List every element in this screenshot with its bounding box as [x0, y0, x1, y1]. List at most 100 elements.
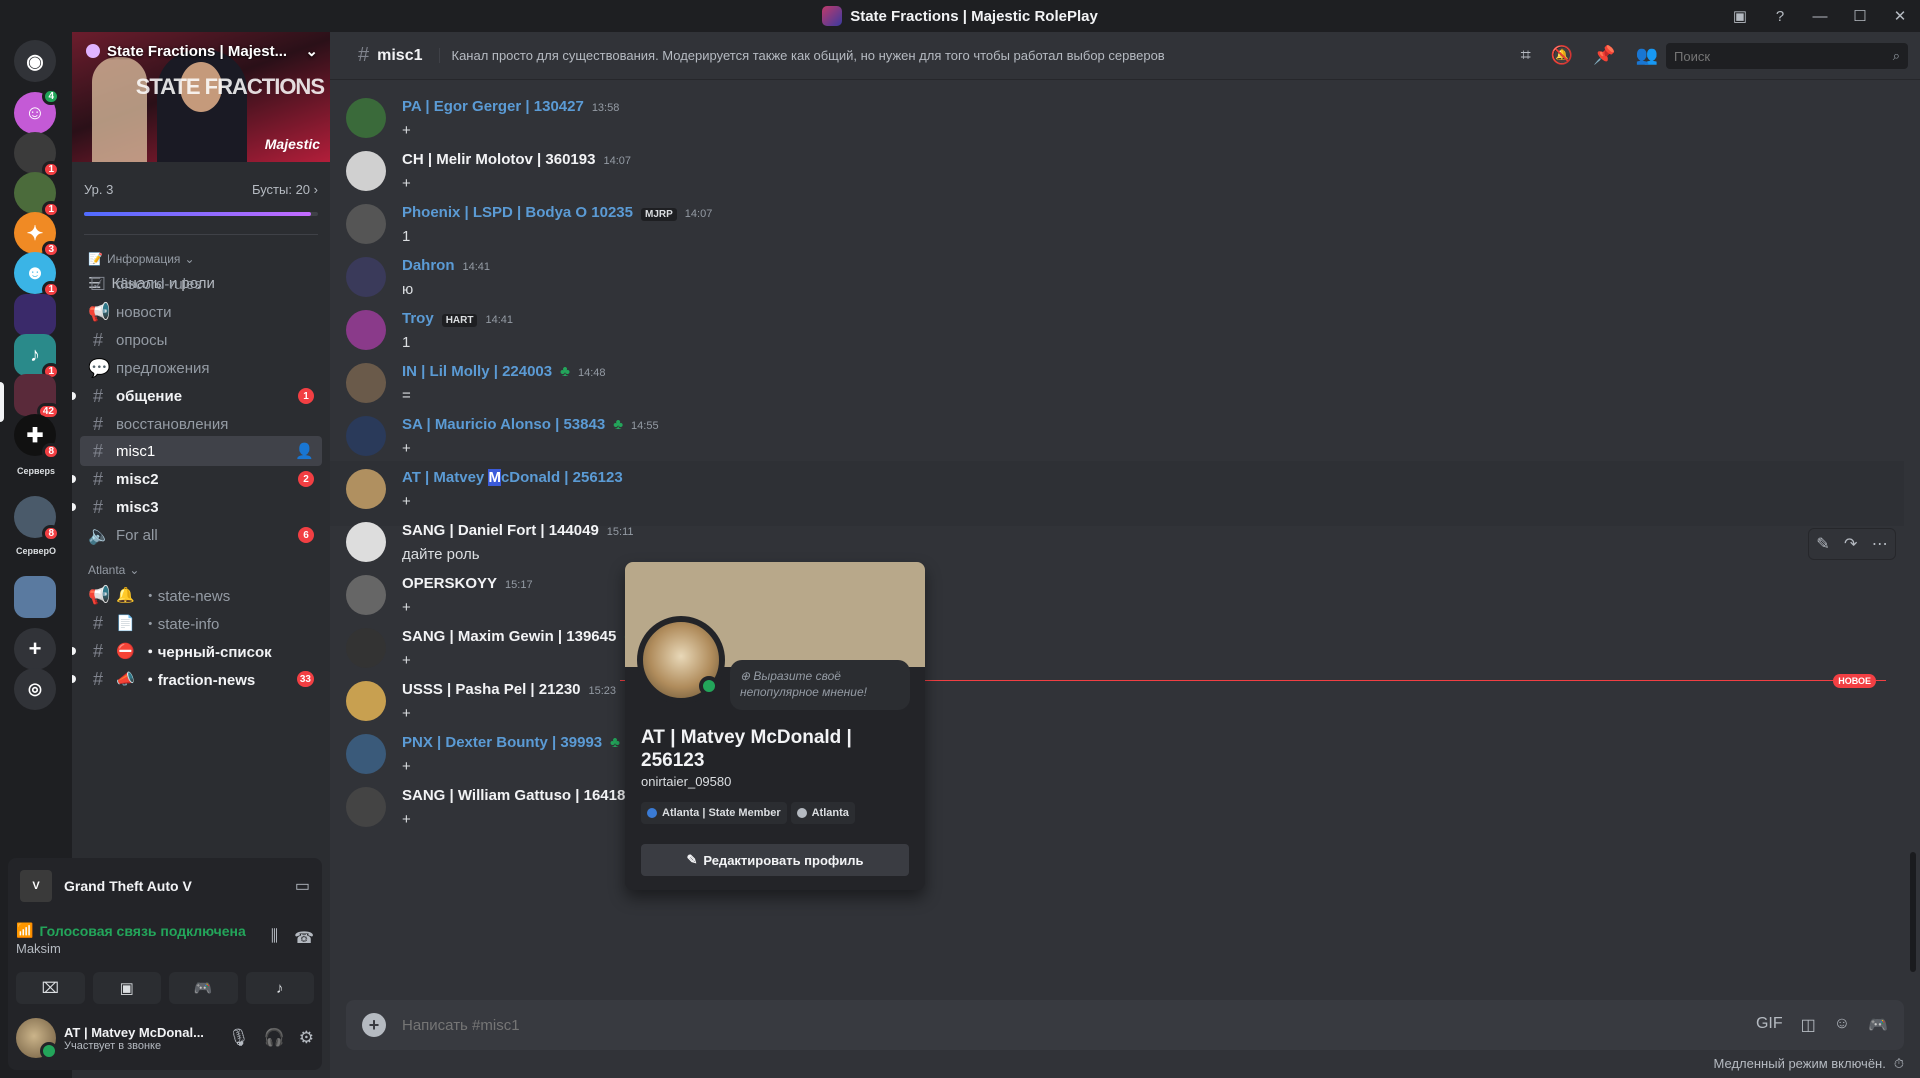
avatar[interactable]: [346, 98, 386, 138]
scrollbar[interactable]: [1910, 852, 1916, 972]
minimize-button[interactable]: —: [1800, 8, 1840, 25]
discord-home-icon[interactable]: ◉: [14, 40, 56, 82]
channel-restore[interactable]: # восстановления: [80, 409, 322, 439]
custom-status-bubble[interactable]: ⊕ Выразите своё непопулярное мнение!: [730, 660, 910, 710]
search-box[interactable]: ⌕: [1666, 43, 1908, 69]
avatar[interactable]: [346, 575, 386, 615]
gif-icon[interactable]: GIF: [1756, 1015, 1783, 1035]
inbox-icon[interactable]: ▣: [1720, 7, 1760, 25]
channel-state-news[interactable]: 📢 🔔 ・state-news: [80, 580, 322, 610]
add-member-icon[interactable]: 👤: [295, 442, 314, 460]
sticker-icon[interactable]: ◫: [1801, 1015, 1816, 1035]
message-author[interactable]: AT | Matvey McDonald | 256123: [402, 469, 623, 486]
avatar[interactable]: [346, 469, 386, 509]
microphone-icon[interactable]: 🎙: [228, 1028, 250, 1048]
guild-tag[interactable]: MJRP: [640, 208, 677, 221]
server-avatar[interactable]: ✚ 8: [14, 414, 60, 460]
user-info[interactable]: AT | Matvey McDonal... Участвует в звонк…: [64, 1025, 220, 1052]
channel-blacklist[interactable]: # ⛔ ・черный-список: [72, 636, 322, 666]
channel-polls[interactable]: # опросы: [80, 325, 322, 355]
server-banner[interactable]: STATE FRACTIONS Majestic State Fractions…: [72, 32, 330, 162]
help-icon[interactable]: ?: [1760, 8, 1800, 25]
channel-general[interactable]: # общение 1: [72, 381, 322, 411]
channel-misc2[interactable]: # misc2 2: [72, 464, 322, 494]
profile-avatar[interactable]: [637, 616, 725, 704]
attach-plus-icon[interactable]: +: [362, 1013, 386, 1037]
message-author[interactable]: OPERSKOYY: [402, 575, 497, 592]
server-avatar[interactable]: [14, 576, 56, 618]
discover-icon[interactable]: ◎: [14, 668, 56, 710]
avatar[interactable]: [346, 363, 386, 403]
avatar[interactable]: [346, 628, 386, 668]
edit-profile-button[interactable]: ✎ Редактировать профиль: [641, 844, 909, 876]
channel-topic[interactable]: Канал просто для существования. Модериру…: [438, 48, 1165, 63]
activities-icon[interactable]: 🎮: [169, 972, 238, 1004]
soundboard-icon[interactable]: ♪: [245, 972, 314, 1004]
message-author[interactable]: IN | Lil Molly | 224003: [402, 363, 552, 380]
maximize-button[interactable]: ☐: [1840, 7, 1880, 25]
server-folder[interactable]: Серверs: [6, 466, 66, 476]
avatar[interactable]: [346, 734, 386, 774]
server-avatar[interactable]: ☻ 1: [14, 252, 60, 298]
member-list-icon[interactable]: 👥: [1636, 45, 1658, 66]
message-author[interactable]: USSS | Pasha Pel | 21230: [402, 681, 581, 698]
category-info[interactable]: 📝 Информация ⌄: [88, 252, 195, 266]
avatar[interactable]: [346, 257, 386, 297]
guild-tag[interactable]: HART: [441, 314, 478, 327]
server-avatar[interactable]: ☺ 4: [14, 88, 60, 134]
message-author[interactable]: Phoenix | LSPD | Bodya O 10235: [402, 204, 633, 221]
avatar[interactable]: [346, 204, 386, 244]
forward-icon[interactable]: ↷: [1844, 534, 1857, 554]
server-name-header[interactable]: State Fractions | Majest... ⌄: [86, 42, 318, 60]
message-author[interactable]: SANG | Daniel Fort | 144049: [402, 522, 599, 539]
channel-news[interactable]: 📢 новости: [80, 297, 322, 327]
server-avatar[interactable]: ✦ 3: [14, 212, 60, 258]
camera-off-icon[interactable]: ⌧: [16, 972, 85, 1004]
screen-share-icon[interactable]: ▣: [92, 972, 161, 1004]
noise-suppression-icon[interactable]: ⫼: [271, 928, 278, 948]
avatar[interactable]: [346, 787, 386, 827]
category-atlanta[interactable]: Atlanta ⌄: [88, 563, 139, 577]
channel-discord-rules[interactable]: ☑ discord-rules: [80, 269, 322, 299]
message-author[interactable]: PA | Egor Gerger | 130427: [402, 98, 584, 115]
message-author[interactable]: SANG | William Gattuso | 164189: [402, 787, 634, 804]
avatar[interactable]: [346, 310, 386, 350]
channel-fraction-news[interactable]: # 📣 ・fraction-news 33: [72, 664, 322, 694]
channel-misc1[interactable]: # misc1 👤: [80, 436, 322, 466]
disconnect-icon[interactable]: ☎: [294, 928, 314, 948]
apps-icon[interactable]: 🎮: [1868, 1015, 1888, 1035]
server-avatar[interactable]: 8: [14, 496, 60, 542]
server-folder[interactable]: СерверO: [6, 546, 66, 556]
channel-state-info[interactable]: # 📄 ・state-info: [80, 608, 322, 638]
message-input[interactable]: [402, 1016, 1756, 1034]
message-author[interactable]: Dahron: [402, 257, 455, 274]
server-avatar[interactable]: 42: [14, 374, 60, 420]
server-avatar[interactable]: 1: [14, 172, 60, 218]
message-row[interactable]: SANG | William Gattuso | 164189♣EMH15:34…: [330, 779, 1904, 844]
message-author[interactable]: SA | Mauricio Alonso | 53843: [402, 416, 605, 433]
stream-icon[interactable]: ▭: [295, 876, 310, 896]
channel-suggestions[interactable]: 💬 предложения: [80, 353, 322, 383]
avatar[interactable]: [346, 151, 386, 191]
edit-icon[interactable]: ✎: [1816, 534, 1829, 554]
avatar[interactable]: [16, 1018, 58, 1060]
role-chip[interactable]: Atlanta: [790, 802, 855, 824]
close-button[interactable]: ✕: [1880, 7, 1920, 25]
notification-muted-icon[interactable]: 🔕: [1551, 45, 1573, 66]
voice-status[interactable]: 📶 Голосовая связь подключена: [16, 922, 314, 939]
role-chip[interactable]: Atlanta | State Member: [641, 802, 787, 824]
server-avatar[interactable]: [14, 294, 56, 336]
avatar[interactable]: [346, 416, 386, 456]
boost-status[interactable]: Ур. 3 Бусты: 20 ›: [84, 182, 318, 197]
channel-misc3[interactable]: # misc3: [72, 492, 322, 522]
message-author[interactable]: PNX | Dexter Bounty | 39993: [402, 734, 602, 751]
add-server-icon[interactable]: +: [14, 628, 56, 670]
headphones-icon[interactable]: 🎧: [264, 1028, 285, 1048]
search-input[interactable]: [1674, 48, 1874, 64]
emoji-icon[interactable]: ☺: [1834, 1015, 1850, 1035]
message-author[interactable]: SANG | Maxim Gewin | 139645: [402, 628, 616, 645]
avatar[interactable]: [346, 522, 386, 562]
avatar[interactable]: [346, 681, 386, 721]
channel-for-all[interactable]: 🔈 For all 6: [80, 520, 322, 550]
server-avatar[interactable]: ♪ 1: [14, 334, 60, 380]
